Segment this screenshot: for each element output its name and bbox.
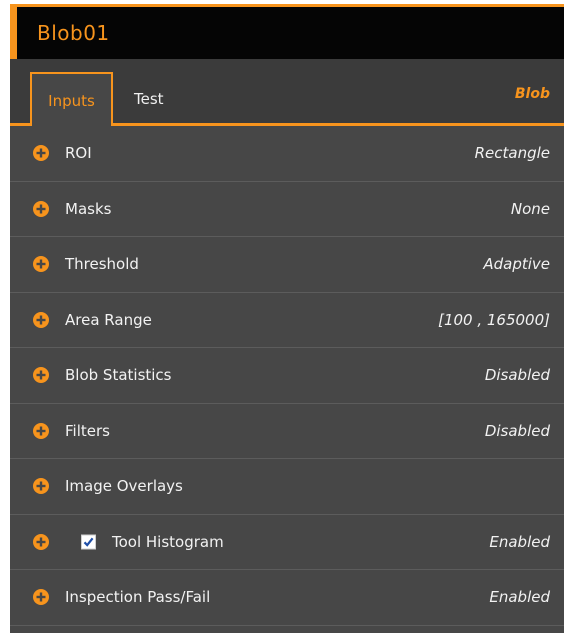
list-item-image-overlays[interactable]: Image Overlays [10,459,564,515]
row-value: Enabled [489,588,550,606]
list-item-tool-histogram[interactable]: Tool Histogram Enabled [10,515,564,570]
plus-circle-icon[interactable] [32,588,50,606]
row-value: None [510,199,550,218]
tab-test[interactable]: Test [134,72,164,126]
title-accent-stripe [10,7,17,59]
list-item-inspection-pass-fail[interactable]: Inspection Pass/Fail Enabled [10,570,564,626]
row-value: Disabled [484,366,550,384]
row-label: Masks [65,199,112,218]
row-label: Threshold [65,255,139,273]
list-item-filters[interactable]: Filters Disabled [10,404,564,459]
checkmark-icon [83,537,94,547]
row-value: Adaptive [483,255,550,273]
row-label: Filters [65,421,110,440]
row-label: Inspection Pass/Fail [65,588,211,606]
list-item-area-range[interactable]: Area Range [100 , 165000] [10,293,564,348]
row-label: Image Overlays [65,477,183,495]
plus-circle-icon[interactable] [32,422,50,440]
plus-circle-icon[interactable] [32,366,50,384]
row-label: Blob Statistics [65,366,172,384]
plus-circle-icon[interactable] [32,533,50,551]
row-value: Enabled [489,532,550,551]
row-label: ROI [65,144,92,162]
list-item-blob-statistics[interactable]: Blob Statistics Disabled [10,348,564,404]
plus-circle-icon[interactable] [32,311,50,329]
row-value: Rectangle [474,144,550,162]
row-value: [100 , 165000] [438,310,550,329]
tab-strip: Inputs Test Blob [10,59,564,126]
plus-circle-icon[interactable] [32,200,50,218]
plus-circle-icon[interactable] [32,144,50,162]
plus-circle-icon[interactable] [32,255,50,273]
list-item-threshold[interactable]: Threshold Adaptive [10,237,564,293]
tool-type-label: Blob [514,86,550,102]
plus-circle-icon[interactable] [32,477,50,495]
title-bar: Blob01 [10,7,564,59]
tab-inputs[interactable]: Inputs [30,72,113,126]
row-label: Tool Histogram [112,532,224,551]
inputs-list: ROI Rectangle Masks None Threshold Adapt… [10,126,564,626]
row-value: Disabled [484,421,550,440]
list-item-roi[interactable]: ROI Rectangle [10,126,564,182]
tool-title: Blob01 [37,21,110,45]
list-item-masks[interactable]: Masks None [10,182,564,237]
tool-histogram-checkbox[interactable] [81,534,96,550]
tool-panel: Blob01 Inputs Test Blob ROI Rectangle Ma… [10,4,564,633]
row-label: Area Range [65,310,152,329]
